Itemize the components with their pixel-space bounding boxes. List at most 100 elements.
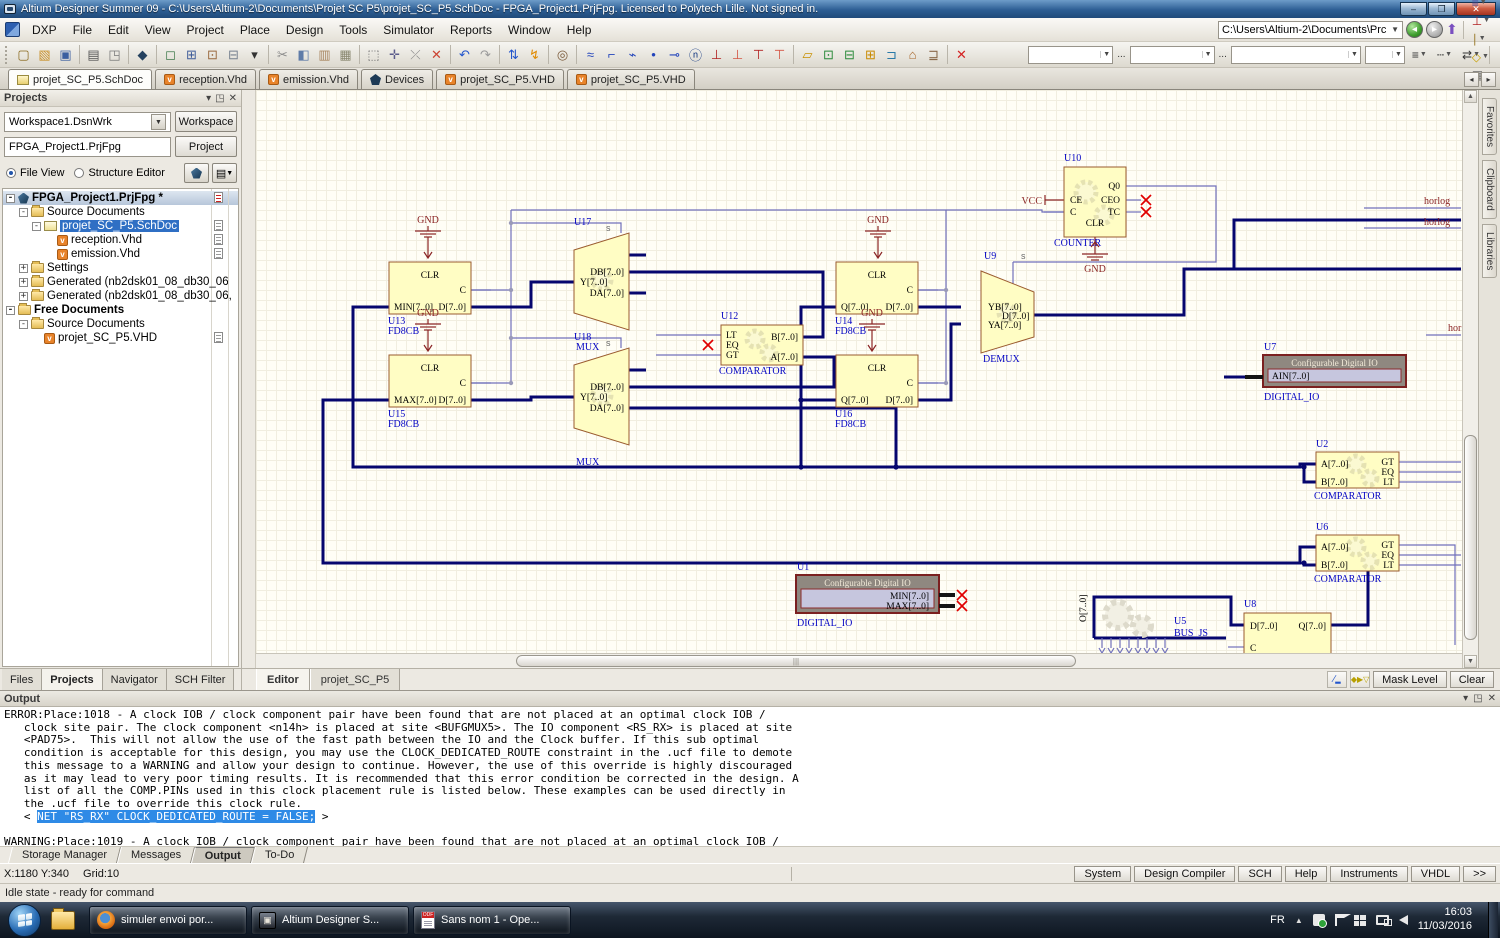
place-sheet-entry-icon[interactable]: ⊟ xyxy=(839,44,860,65)
font-combo[interactable]: ▼ xyxy=(1028,46,1113,64)
net-label[interactable]: hor xyxy=(1448,323,1462,334)
mask-level-button[interactable]: Mask Level xyxy=(1373,671,1447,688)
zoom-dropdown-icon[interactable]: ▾ xyxy=(244,44,265,65)
menu-dxp[interactable]: DXP xyxy=(24,20,65,40)
menu-file[interactable]: File xyxy=(65,20,100,40)
alignment-tools-icon[interactable]: ≡▼ xyxy=(1469,0,1494,12)
panel-tab-files[interactable]: Files xyxy=(2,669,42,690)
vertical-scroll-thumb[interactable] xyxy=(1464,435,1477,640)
bottom-tab-to-do[interactable]: To-Do xyxy=(251,847,308,863)
place-vcc-port-icon[interactable]: ⊤ xyxy=(748,44,769,65)
volume-tray-icon[interactable] xyxy=(1399,915,1408,925)
doc-tab-devices[interactable]: Devices xyxy=(361,69,433,89)
redo-icon[interactable]: ↷ xyxy=(475,44,496,65)
component-U14[interactable]: CLRCQ[7..0]D[7..0]U14FD8CB xyxy=(816,262,938,337)
place-wire-icon[interactable]: ≈ xyxy=(580,44,601,65)
component-U10[interactable]: Q0CECEOCTCCLRU10VCCCOUNTERGND xyxy=(1021,153,1126,275)
component-U15[interactable]: CLRCMAX[7..0]D[7..0]U15FD8CB xyxy=(369,355,491,430)
place-port-icon[interactable]: ⌂ xyxy=(902,44,923,65)
tree-item-projet-sc-p5-schdoc[interactable]: -projet_SC_P5.SchDoc xyxy=(3,219,238,233)
net-label[interactable]: horlog xyxy=(1424,196,1450,207)
new-document-icon[interactable]: ▢ xyxy=(13,44,34,65)
project-field[interactable]: FPGA_Project1.PrjFpg xyxy=(4,137,171,157)
doc-tab-reception.vhd[interactable]: vreception.Vhd xyxy=(155,69,256,89)
taskbar-button-firefox[interactable]: simuler envoi por... xyxy=(89,906,247,935)
windows-tray-icon[interactable] xyxy=(1354,915,1366,926)
panel-close-icon[interactable]: ✕ xyxy=(229,93,237,104)
address-bar[interactable]: C:\Users\Altium-2\Documents\Prc▼ xyxy=(1218,21,1403,39)
tree-expander-icon[interactable]: - xyxy=(32,222,41,231)
doc-tab-projet_sc_p5.vhd[interactable]: vprojet_SC_P5.VHD xyxy=(567,69,695,89)
status-button-design-compiler[interactable]: Design Compiler xyxy=(1134,866,1235,882)
paste-array-icon[interactable]: ▦ xyxy=(335,44,356,65)
zoom-last-icon[interactable]: ⊟ xyxy=(223,44,244,65)
tree-item-projet-sc-p5-vhd[interactable]: vprojet_SC_P5.VHD xyxy=(3,331,238,345)
doc-tab-projet_sc_p5.schdoc[interactable]: projet_SC_P5.SchDoc xyxy=(8,69,152,89)
toolbar-grip[interactable] xyxy=(5,46,10,64)
network-tray-icon[interactable] xyxy=(1376,915,1389,925)
zoom-selection-icon[interactable]: ⊡ xyxy=(202,44,223,65)
side-tab-clipboard[interactable]: Clipboard xyxy=(1482,160,1497,219)
component-U7[interactable]: Configurable Digital IOAIN[7..0]U7DIGITA… xyxy=(1245,342,1406,403)
undo-icon[interactable]: ↶ xyxy=(454,44,475,65)
menu-project[interactable]: Project xyxy=(179,20,232,40)
panel-tab-projects[interactable]: Projects xyxy=(42,669,102,690)
structure-editor-radio[interactable] xyxy=(74,168,84,178)
doc-tab-projet_sc_p5.vhd[interactable]: vprojet_SC_P5.VHD xyxy=(436,69,564,89)
tree-expander-icon[interactable]: + xyxy=(19,278,28,287)
usb-tray-icon[interactable] xyxy=(1313,914,1325,926)
devices-view-icon[interactable]: ◆ xyxy=(132,44,153,65)
status-button-sch[interactable]: SCH xyxy=(1238,866,1281,882)
place-vcc-power-icon[interactable]: ⊤ xyxy=(769,44,790,65)
place-device-sheet-icon[interactable]: ⊞ xyxy=(860,44,881,65)
side-tab-favorites[interactable]: Favorites xyxy=(1482,98,1497,155)
copy-icon[interactable]: ◧ xyxy=(293,44,314,65)
zoom-document-icon[interactable]: ⊞ xyxy=(181,44,202,65)
bottom-tab-storage-manager[interactable]: Storage Manager xyxy=(8,847,121,863)
tree-item-free-documents[interactable]: -Free Documents xyxy=(3,303,238,317)
action-center-icon[interactable] xyxy=(1335,914,1344,926)
panel-splitter[interactable] xyxy=(242,90,256,668)
panel-pin-icon[interactable]: ◳ xyxy=(215,93,224,104)
horizontal-scroll-thumb[interactable] xyxy=(516,655,1076,667)
explorer-taskbar-icon[interactable] xyxy=(51,911,75,930)
place-pin-icon[interactable]: ⊸ xyxy=(664,44,685,65)
component-U2[interactable]: A[7..0]B[7..0]GTEQLTU2COMPARATOR xyxy=(1314,439,1399,502)
save-document-icon[interactable]: ▣ xyxy=(55,44,76,65)
editor-tab-projet_sc_p5[interactable]: projet_SC_P5 xyxy=(310,669,401,690)
place-bus-icon[interactable]: ⌐ xyxy=(601,44,622,65)
line-weight-dropdown[interactable]: ≡▼ xyxy=(1409,46,1430,64)
tab-scroll-left-icon[interactable]: ◂ xyxy=(1464,72,1479,87)
panel-tab-sch-filter[interactable]: SCH Filter xyxy=(167,669,235,690)
vertical-scrollbar[interactable]: ▲ ▼ xyxy=(1462,90,1478,668)
file-view-radio[interactable] xyxy=(6,168,16,178)
doc-tab-emission.vhd[interactable]: vemission.Vhd xyxy=(259,69,358,89)
output-close-icon[interactable]: ✕ xyxy=(1488,693,1496,704)
schematic-canvas[interactable]: CLRCMIN[7..0]D[7..0]U13FD8CB CLRCMAX[7..0… xyxy=(256,90,1462,653)
paste-icon[interactable]: ▥ xyxy=(314,44,335,65)
place-junction-icon[interactable]: • xyxy=(643,44,664,65)
taskbar-button-altium[interactable]: ▣Altium Designer S... xyxy=(251,906,409,935)
bottom-tab-output[interactable]: Output xyxy=(191,847,255,863)
component-U13[interactable]: CLRCMIN[7..0]D[7..0]U13FD8CB xyxy=(369,262,491,337)
hidden-icons-arrow[interactable]: ▲ xyxy=(1295,916,1303,925)
print-preview-icon[interactable]: ◳ xyxy=(104,44,125,65)
size-combo[interactable]: ▼ xyxy=(1130,46,1215,64)
scroll-up-icon[interactable]: ▲ xyxy=(1464,90,1477,103)
tree-item-source-documents[interactable]: -Source Documents xyxy=(3,205,238,219)
tree-expander-icon[interactable]: + xyxy=(19,264,28,273)
status-button-system[interactable]: System xyxy=(1074,866,1131,882)
place-net-label-icon[interactable]: ⓝ xyxy=(685,44,706,65)
place-part-icon[interactable]: ▱ xyxy=(797,44,818,65)
output-log[interactable]: ERROR:Place:1018 - A clock IOB / clock c… xyxy=(0,706,1500,846)
style-combo[interactable]: ▼ xyxy=(1231,46,1361,64)
component-U8[interactable]: D[7..0]Q[7..0]CU8 xyxy=(1244,599,1331,653)
menu-help[interactable]: Help xyxy=(559,20,600,40)
tree-item-emission-vhd[interactable]: vemission.Vhd xyxy=(3,247,238,261)
tree-expander-icon[interactable]: + xyxy=(19,292,28,301)
tree-expander-icon[interactable]: - xyxy=(19,208,28,217)
move-up-down-icon[interactable]: ⇅ xyxy=(503,44,524,65)
output-menu-icon[interactable]: ▾ xyxy=(1463,693,1468,704)
component-U1[interactable]: Configurable Digital IOMIN[7..0]MAX[7..0… xyxy=(796,562,955,629)
status-button-help[interactable]: Help xyxy=(1285,866,1328,882)
